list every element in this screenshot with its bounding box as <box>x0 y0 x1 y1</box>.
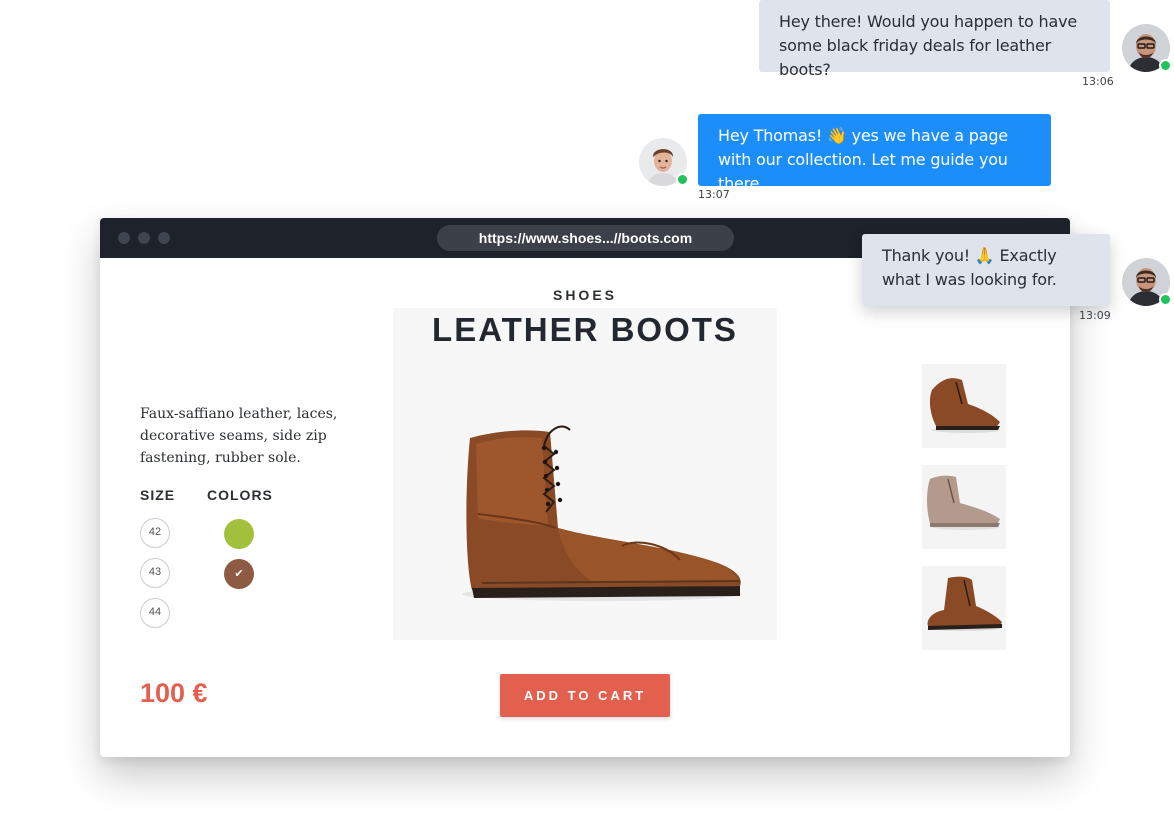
online-status-dot <box>1159 59 1172 72</box>
product-title: LEATHER BOOTS <box>432 311 738 348</box>
chat-message-time: 13:09 <box>1079 309 1111 322</box>
thumbnail-3[interactable] <box>922 566 1006 650</box>
window-minimize-dot[interactable] <box>138 232 150 244</box>
online-status-dot <box>676 173 689 186</box>
product-description: Faux-saffiano leather, laces, decorative… <box>140 406 338 466</box>
chat-message-text: Thank you! 🙏 Exactly what I was looking … <box>882 246 1057 289</box>
product-main-image[interactable] <box>452 418 752 608</box>
thumbnail-1[interactable] <box>922 364 1006 448</box>
window-close-dot[interactable] <box>118 232 130 244</box>
online-status-dot <box>1159 293 1172 306</box>
check-icon: ✔ <box>234 568 244 580</box>
size-option-42[interactable]: 42 <box>140 518 170 548</box>
thumbnail-2[interactable] <box>922 465 1006 549</box>
boot-thumbnail-image <box>929 378 1000 433</box>
chat-message-agent: Hey Thomas! 👋 yes we have a page with ou… <box>698 114 1051 193</box>
customer-avatar[interactable] <box>1122 258 1172 306</box>
color-option-brown[interactable]: ✔ <box>224 559 254 589</box>
chat-message-time: 13:06 <box>1082 75 1114 88</box>
chat-message-customer-1: Hey there! Would you happen to have some… <box>759 0 1110 79</box>
size-option-44[interactable]: 44 <box>140 598 170 628</box>
customer-avatar[interactable] <box>1122 24 1172 72</box>
color-option-green[interactable] <box>224 519 254 549</box>
product-price: 100 € <box>140 678 208 708</box>
agent-avatar[interactable] <box>639 138 689 186</box>
boot-thumbnail-image <box>927 475 1000 530</box>
boot-thumbnail-image <box>927 576 1002 631</box>
chat-message-time: 13:07 <box>698 188 730 201</box>
address-bar[interactable]: https://www.shoes...//boots.com <box>437 225 734 251</box>
size-label: SIZE <box>140 487 176 503</box>
size-option-43[interactable]: 43 <box>140 558 170 588</box>
chat-message-customer-2: Thank you! 🙏 Exactly what I was looking … <box>862 234 1110 306</box>
chat-message-text: Hey Thomas! 👋 yes we have a page with ou… <box>718 126 1008 193</box>
chat-message-text: Hey there! Would you happen to have some… <box>779 12 1077 79</box>
window-maximize-dot[interactable] <box>158 232 170 244</box>
add-to-cart-button[interactable]: ADD TO CART <box>500 674 670 717</box>
colors-label: COLORS <box>207 487 273 503</box>
